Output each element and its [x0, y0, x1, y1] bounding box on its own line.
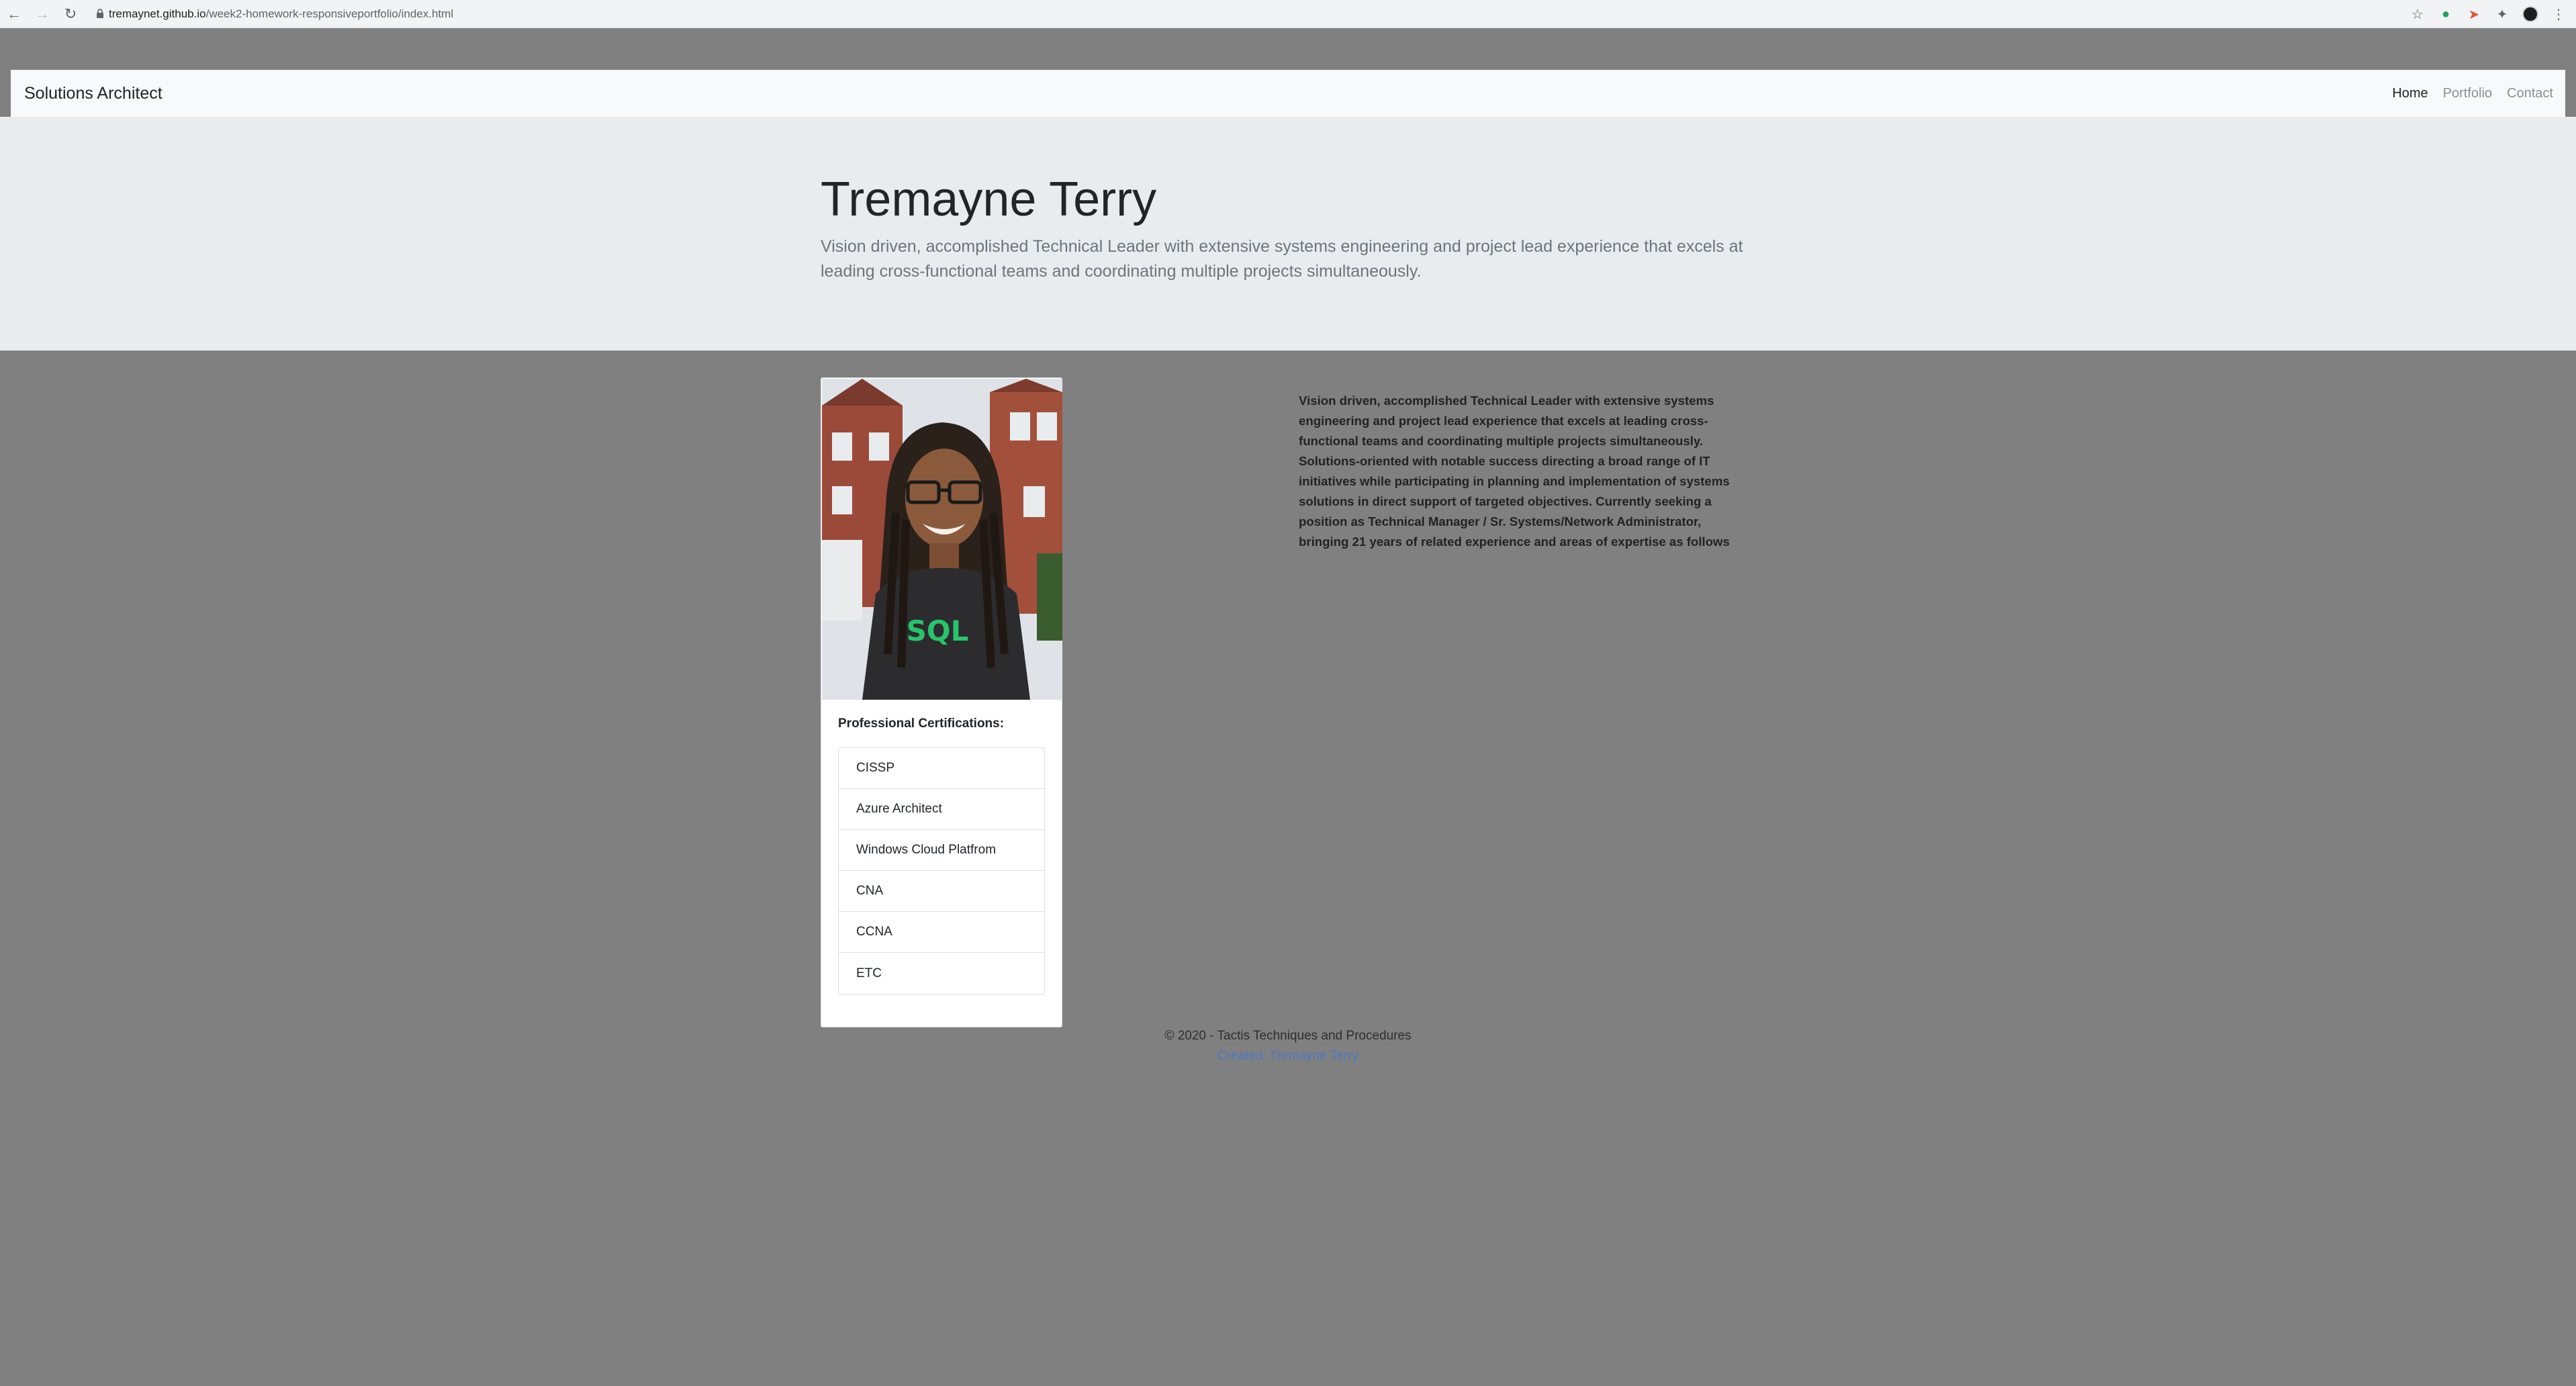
- reload-icon[interactable]: ↻: [56, 0, 85, 28]
- list-item: CNA: [839, 871, 1044, 912]
- site-navbar: Solutions Architect Home Portfolio Conta…: [11, 70, 2565, 117]
- list-item: ETC: [856, 966, 882, 980]
- url-host: tremaynet.github.io: [109, 7, 206, 20]
- list-item: Windows Cloud Platfrom: [839, 830, 1044, 871]
- profile-summary: Vision driven, accomplished Technical Le…: [1299, 394, 1730, 549]
- browser-toolbar: ← → ↻ tremaynet.github.io/week2-homework…: [0, 0, 2576, 28]
- hero-lead: Vision driven, accomplished Technical Le…: [821, 237, 1743, 281]
- address-bar[interactable]: tremaynet.github.io/week2-homework-respo…: [91, 3, 453, 26]
- certifications-title: Professional Certifications:: [838, 717, 1005, 731]
- browser-menu-icon[interactable]: ⋮: [2546, 2, 2571, 26]
- profile-avatar-icon[interactable]: [2518, 2, 2542, 26]
- extension-green-icon[interactable]: ●: [2434, 2, 2458, 26]
- nav-link-contact[interactable]: Contact: [2507, 86, 2553, 101]
- lock-icon: [91, 9, 109, 19]
- certifications-list: CISSP Azure Architect Windows Cloud Plat…: [838, 747, 1045, 995]
- svg-text:SQL: SQL: [907, 614, 969, 647]
- nav-link-portfolio[interactable]: Portfolio: [2443, 86, 2492, 101]
- copyright-text: © 2020 - Tactis Techniques and Procedure…: [1164, 1029, 1412, 1043]
- hero-title: Tremayne Terry: [821, 173, 1157, 226]
- card-body: Professional Certifications: CISSP Azure…: [838, 717, 1045, 995]
- navbar-brand[interactable]: Solutions Architect: [24, 84, 163, 103]
- list-item: Azure Architect: [839, 789, 1044, 830]
- nav-links: Home Portfolio Contact: [2392, 86, 2553, 101]
- extensions-puzzle-icon[interactable]: ✦: [2490, 2, 2514, 26]
- list-item: CISSP: [839, 748, 1044, 789]
- profile-photo: SQL: [822, 379, 1062, 700]
- forward-arrow-icon[interactable]: →: [28, 0, 56, 28]
- hero-jumbotron: Tremayne Terry Vision driven, accomplish…: [0, 117, 2576, 351]
- page-footer: © 2020 - Tactis Techniques and Procedure…: [0, 1029, 2576, 1064]
- bookmark-star-icon[interactable]: ☆: [2405, 2, 2430, 26]
- profile-card: SQL Professional Certifications: CISSP A…: [821, 377, 1062, 1027]
- extension-red-icon[interactable]: ➤: [2462, 2, 2486, 26]
- list-item: CCNA: [839, 912, 1044, 953]
- back-arrow-icon[interactable]: ←: [0, 0, 28, 28]
- footer-link[interactable]: Created: Tremayne Terry: [1217, 1049, 1359, 1064]
- nav-link-home[interactable]: Home: [2392, 86, 2428, 101]
- url-path: /week2-homework-responsiveportfolio/inde…: [205, 7, 454, 20]
